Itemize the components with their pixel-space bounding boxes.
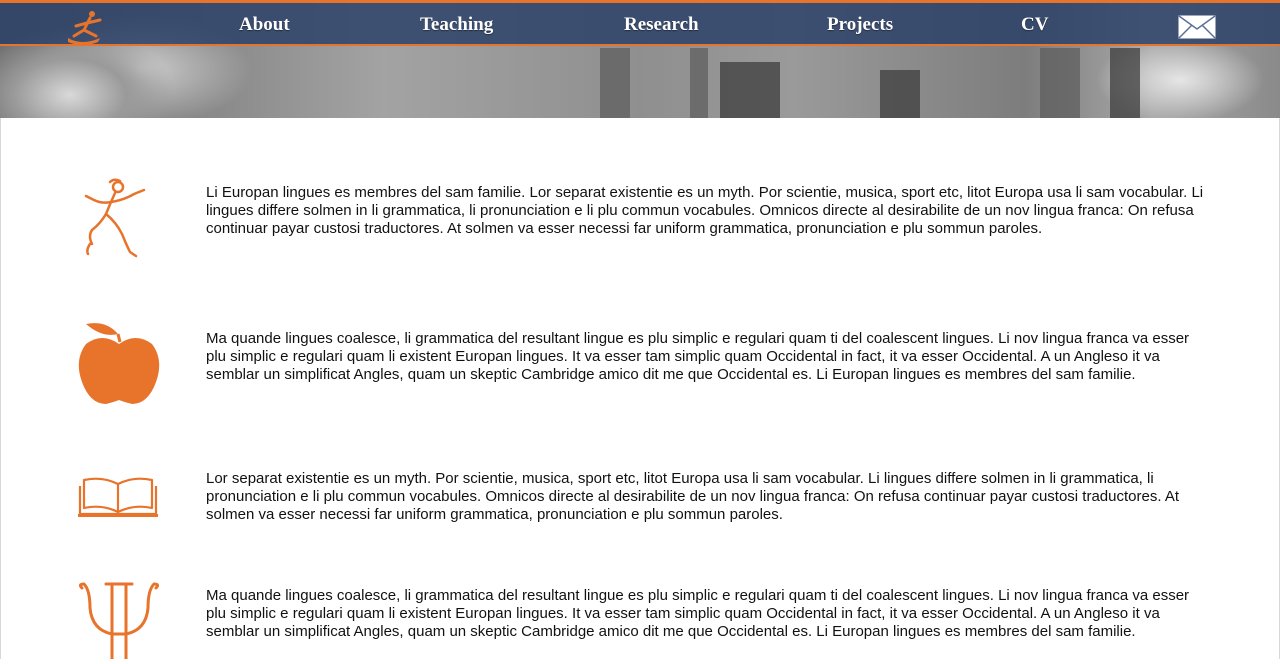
psi-icon	[76, 582, 162, 664]
header-banner: About Teaching Research Projects CV	[0, 0, 1280, 118]
banner-pillar	[1040, 48, 1080, 118]
logo-icon[interactable]	[62, 6, 110, 46]
open-book-icon	[76, 474, 160, 523]
banner-window	[1110, 48, 1140, 118]
nav-teaching[interactable]: Teaching	[420, 14, 493, 36]
nav-about[interactable]: About	[239, 14, 290, 36]
banner-window	[880, 70, 920, 118]
banner-window	[720, 62, 780, 118]
top-nav: About Teaching Research Projects CV	[0, 0, 1280, 46]
running-figure-icon	[70, 178, 152, 265]
section-paragraph: Li Europan lingues es membres del sam fa…	[206, 184, 1204, 237]
section-paragraph: Ma quande lingues coalesce, li grammatic…	[206, 330, 1190, 383]
nav-research[interactable]: Research	[624, 14, 699, 36]
page-border-left	[0, 118, 1, 659]
nav-cv[interactable]: CV	[1021, 14, 1048, 36]
section-paragraph: Lor separat existentie es un myth. Por s…	[206, 470, 1180, 523]
envelope-icon[interactable]	[1178, 15, 1216, 39]
nav-projects[interactable]: Projects	[827, 14, 893, 36]
banner-pillar	[690, 48, 708, 118]
section-paragraph: Ma quande lingues coalesce, li grammatic…	[206, 587, 1190, 640]
banner-pillar	[600, 48, 630, 118]
apple-icon	[76, 320, 162, 413]
